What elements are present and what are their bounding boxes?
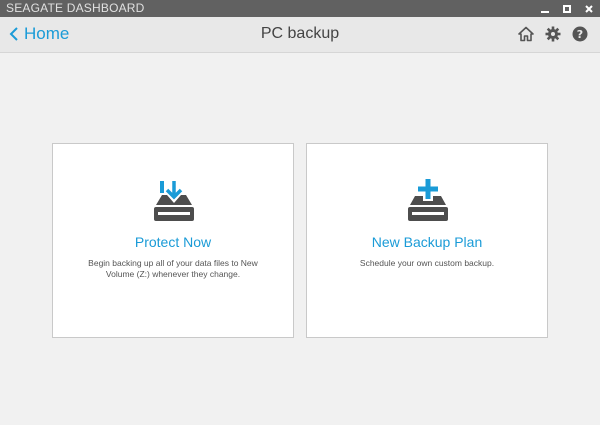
new-backup-plan-description: Schedule your own custom backup. [359,258,495,268]
window-titlebar: SEAGATE DASHBOARD [0,0,600,17]
help-icon[interactable]: ? [571,25,589,43]
gear-icon[interactable] [544,25,562,43]
drive-add-icon [408,179,448,221]
window-controls [534,0,600,17]
drive-download-icon [154,181,194,221]
new-backup-plan-title: New Backup Plan [371,234,483,250]
protect-now-description: Begin backing up all of your data files … [88,258,258,279]
header-bar: Home PC backup ? [0,17,600,52]
svg-text:?: ? [577,28,583,41]
close-icon[interactable] [578,0,600,17]
main-content: Protect Now Begin backing up all of your… [0,52,600,425]
app-title: SEAGATE DASHBOARD [6,1,145,15]
new-backup-plan-card[interactable]: New Backup Plan Schedule your own custom… [306,143,548,338]
protect-now-card[interactable]: Protect Now Begin backing up all of your… [52,143,294,338]
minimize-icon[interactable] [534,0,556,17]
maximize-icon[interactable] [556,0,578,17]
protect-now-title: Protect Now [134,234,212,250]
header-icons: ? [508,25,589,43]
home-icon[interactable] [517,25,535,43]
